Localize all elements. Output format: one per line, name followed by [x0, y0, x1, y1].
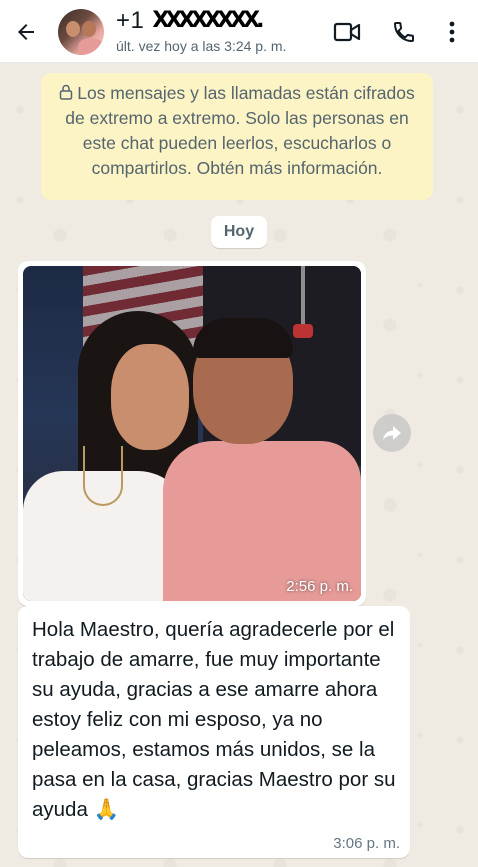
message-photo[interactable]: 2:56 p. m. [23, 266, 361, 601]
message-timestamp: 3:06 p. m. [333, 835, 400, 852]
menu-button[interactable] [438, 18, 466, 46]
contact-name: +1 [116, 7, 145, 34]
more-vertical-icon [449, 21, 455, 43]
arrow-left-icon [18, 24, 34, 40]
message-timestamp: 2:56 p. m. [286, 578, 353, 595]
image-message[interactable]: 2:56 p. m. [18, 261, 366, 606]
last-seen-status: últ. vez hoy a las 3:24 p. m. [116, 38, 287, 54]
lock-icon [59, 84, 73, 100]
chat-header: +1 XXXXXXXX. últ. vez hoy a las 3:24 p. … [0, 0, 478, 63]
encryption-notice[interactable]: Los mensajes y las llamadas están cifrad… [41, 73, 433, 200]
message-text: Hola Maestro, quería agradecerle por el … [32, 618, 396, 821]
phone-icon [393, 22, 414, 43]
back-button[interactable] [12, 18, 40, 46]
voice-call-button[interactable] [390, 18, 418, 46]
encryption-notice-text: Los mensajes y las llamadas están cifrad… [65, 83, 415, 178]
forward-button[interactable] [373, 414, 411, 452]
video-call-button[interactable] [333, 18, 361, 46]
contact-info[interactable]: +1 XXXXXXXX. últ. vez hoy a las 3:24 p. … [116, 7, 287, 54]
video-camera-icon [333, 22, 361, 42]
text-message[interactable]: Hola Maestro, quería agradecerle por el … [18, 606, 410, 858]
redaction-mark: XXXXXXXX. [152, 8, 264, 33]
forward-icon [383, 426, 401, 440]
avatar[interactable] [58, 9, 104, 55]
date-chip: Hoy [211, 216, 267, 248]
